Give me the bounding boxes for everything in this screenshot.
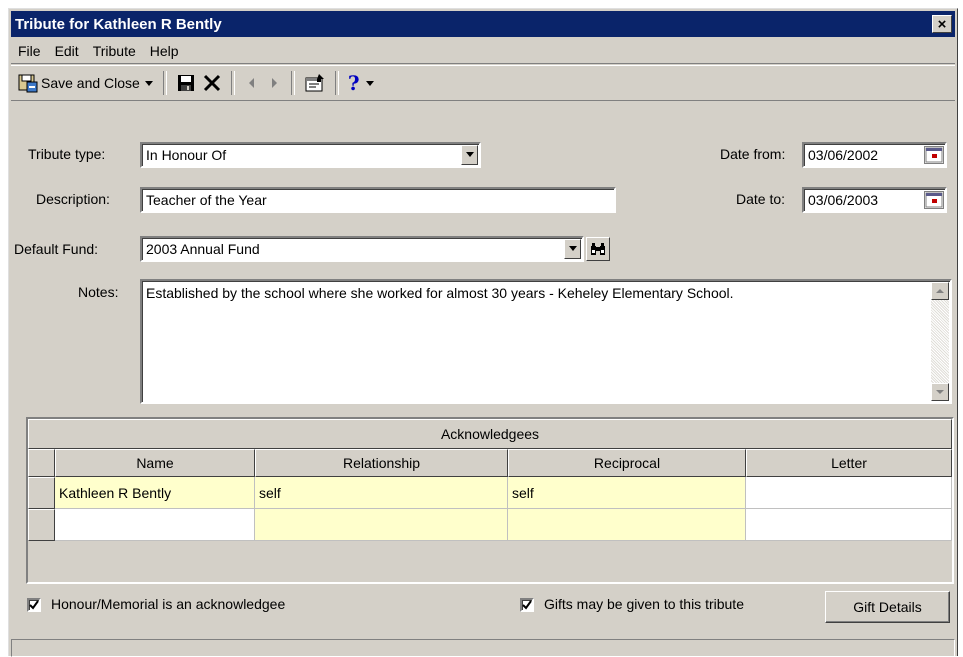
menu-help[interactable]: Help	[143, 43, 186, 59]
status-bar	[11, 639, 955, 657]
dropdown-arrow-icon[interactable]	[144, 78, 154, 88]
column-header-label: Relationship	[342, 455, 421, 471]
column-header-label: Reciprocal	[593, 455, 661, 471]
table-cell-relationship[interactable]: self	[255, 477, 508, 509]
help-icon: ?	[347, 71, 360, 95]
description-label: Description:	[36, 191, 110, 207]
next-button[interactable]	[263, 69, 285, 97]
notes-textarea[interactable]: Established by the school where she work…	[140, 279, 952, 404]
row-selector[interactable]	[28, 477, 55, 509]
menu-bar: File Edit Tribute Help	[11, 39, 955, 64]
scroll-down-button[interactable]	[931, 383, 949, 401]
title-bar: Tribute for Kathleen R Bently ×	[11, 11, 955, 37]
delete-x-icon	[203, 74, 220, 92]
save-and-close-button[interactable]: Save and Close	[15, 69, 157, 97]
toolbar-separator	[162, 71, 167, 95]
column-header-name[interactable]: Name	[55, 449, 255, 477]
chevron-down-icon	[465, 152, 474, 157]
fund-search-button[interactable]	[586, 237, 610, 261]
table-cell-letter[interactable]	[746, 509, 952, 541]
checkmark-icon	[522, 600, 532, 610]
floppy-disk-icon	[177, 75, 194, 91]
close-icon: ×	[937, 15, 947, 33]
honour-memorial-label: Honour/Memorial is an acknowledgee	[51, 596, 286, 612]
toolbar-separator	[334, 71, 339, 95]
arrow-down-icon	[936, 390, 944, 394]
date-to-label: Date to:	[736, 191, 786, 207]
date-from-calendar-button[interactable]	[924, 146, 944, 164]
arrow-right-icon	[271, 78, 277, 88]
menu-tribute[interactable]: Tribute	[86, 43, 143, 59]
toolbar-separator	[230, 71, 235, 95]
dropdown-arrow-icon[interactable]	[365, 78, 375, 88]
checkmark-icon	[29, 600, 39, 610]
window-title: Tribute for Kathleen R Bently	[15, 15, 222, 33]
column-header-reciprocal[interactable]: Reciprocal	[508, 449, 746, 477]
acknowledgees-caption: Acknowledgees	[28, 419, 952, 449]
toolbar: Save and Close ?	[11, 65, 955, 101]
date-from-value: 03/06/2002	[808, 147, 879, 163]
table-cell-reciprocal[interactable]: self	[508, 477, 746, 509]
notes-value: Established by the school where she work…	[146, 285, 734, 301]
tribute-type-dropdown-button[interactable]	[461, 145, 478, 165]
table-cell-relationship[interactable]	[255, 509, 508, 541]
acknowledgees-grid: Acknowledgees Name Relationship Reciproc…	[26, 417, 954, 584]
table-cell-reciprocal[interactable]	[508, 509, 746, 541]
honour-memorial-checkbox[interactable]	[27, 598, 41, 612]
grid-corner[interactable]	[28, 449, 55, 477]
table-cell-name[interactable]	[55, 509, 255, 541]
delete-button[interactable]	[199, 69, 225, 97]
save-and-close-label: Save and Close	[41, 75, 140, 91]
acknowledgees-caption-text: Acknowledgees	[440, 426, 540, 442]
description-value: Teacher of the Year	[146, 192, 267, 208]
calendar-icon	[925, 192, 943, 208]
tribute-type-select[interactable]: In Honour Of	[140, 142, 481, 168]
help-button[interactable]: ?	[345, 69, 378, 97]
menu-edit[interactable]: Edit	[48, 43, 86, 59]
description-field[interactable]: Teacher of the Year	[140, 187, 616, 213]
previous-button[interactable]	[241, 69, 263, 97]
gift-details-label: Gift Details	[853, 599, 922, 615]
default-fund-dropdown-button[interactable]	[564, 239, 581, 259]
date-to-calendar-button[interactable]	[924, 191, 944, 209]
column-header-label: Letter	[831, 455, 867, 471]
toolbar-separator	[290, 71, 295, 95]
gifts-allowed-checkbox[interactable]	[520, 598, 534, 612]
date-to-value: 03/06/2003	[808, 192, 879, 208]
notes-label: Notes:	[78, 284, 119, 300]
row-selector[interactable]	[28, 509, 55, 541]
properties-icon	[305, 74, 324, 92]
default-fund-select[interactable]: 2003 Annual Fund	[140, 236, 584, 262]
tribute-window: Tribute for Kathleen R Bently × File Edi…	[8, 8, 958, 657]
date-from-label: Date from:	[720, 146, 786, 162]
table-cell-letter[interactable]	[746, 477, 952, 509]
binoculars-icon	[591, 243, 605, 255]
scroll-up-button[interactable]	[931, 282, 949, 300]
default-fund-label: Default Fund:	[14, 241, 99, 257]
arrow-up-icon	[936, 289, 944, 293]
table-cell-name[interactable]: Kathleen R Bently	[55, 477, 255, 509]
save-close-icon	[18, 74, 38, 93]
close-button[interactable]: ×	[932, 15, 952, 33]
notes-scrollbar[interactable]	[931, 282, 949, 401]
tribute-type-label: Tribute type:	[28, 146, 106, 162]
save-button[interactable]	[173, 69, 199, 97]
arrow-left-icon	[248, 78, 254, 88]
tribute-type-value: In Honour Of	[146, 147, 227, 163]
column-header-label: Name	[136, 455, 174, 471]
gifts-allowed-label: Gifts may be given to this tribute	[544, 596, 744, 612]
properties-button[interactable]	[301, 69, 329, 97]
gift-details-button[interactable]: Gift Details	[825, 591, 950, 623]
menu-file[interactable]: File	[11, 43, 48, 59]
column-header-relationship[interactable]: Relationship	[255, 449, 508, 477]
default-fund-value: 2003 Annual Fund	[146, 241, 260, 257]
calendar-icon	[925, 147, 943, 163]
chevron-down-icon	[568, 246, 577, 251]
column-header-letter[interactable]: Letter	[746, 449, 952, 477]
